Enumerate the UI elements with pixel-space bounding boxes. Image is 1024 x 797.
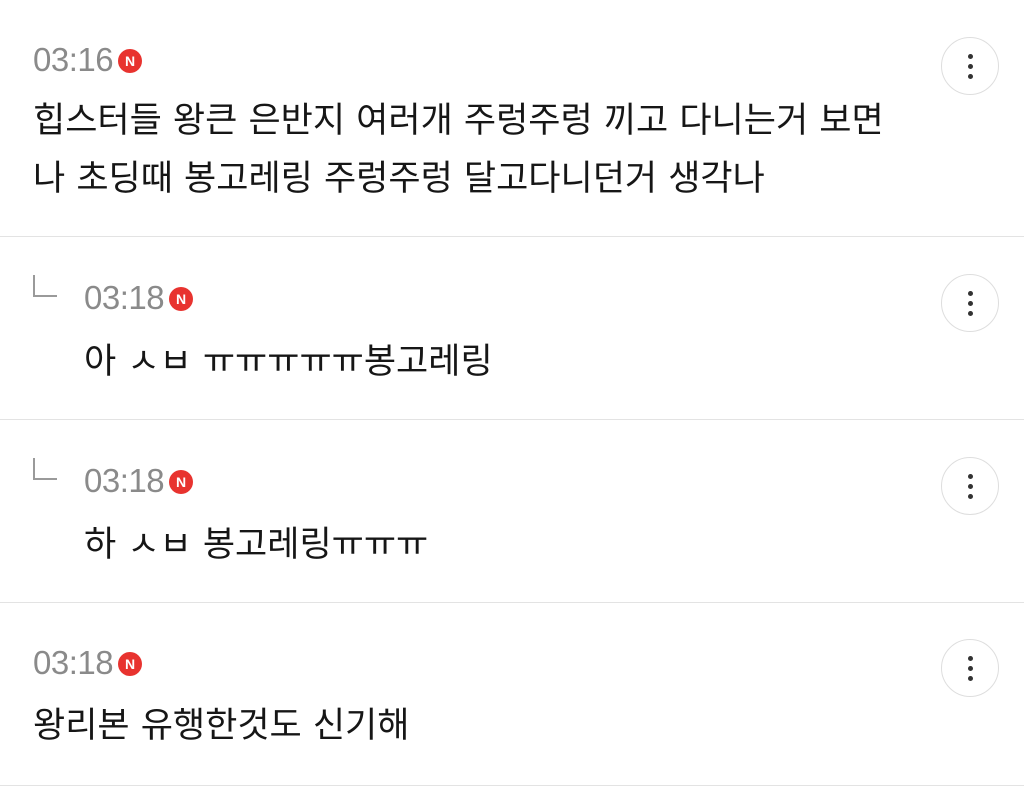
new-badge: N bbox=[169, 286, 194, 311]
reply-arrow-icon bbox=[33, 275, 57, 297]
divider bbox=[0, 785, 1024, 786]
vertical-ellipsis-icon bbox=[967, 473, 973, 479]
new-badge: N bbox=[118, 651, 143, 676]
comment-meta: 03:18 N bbox=[84, 278, 194, 318]
more-options-button[interactable] bbox=[941, 274, 999, 332]
reply-item: 03:18 N 아 ㅅㅂ ㅠㅠㅠㅠㅠ봉고레링 bbox=[0, 237, 1024, 419]
comment-meta: 03:16 N bbox=[33, 40, 143, 80]
comment-time: 03:18 bbox=[84, 462, 165, 499]
comment-text-line: 나 초딩때 봉고레링 주렁주렁 달고다니던거 생각나 bbox=[33, 159, 765, 199]
comment-item: 03:16 N 힙스터들 왕큰 은반지 여러개 주렁주렁 끼고 다니는거 보면 … bbox=[0, 0, 1024, 236]
comment-text-line: 힙스터들 왕큰 은반지 여러개 주렁주렁 끼고 다니는거 보면 bbox=[33, 101, 884, 141]
vertical-ellipsis-icon bbox=[967, 290, 973, 296]
comment-text-line: 왕리본 유행한것도 신기해 bbox=[33, 706, 410, 746]
comment-text-line: 하 ㅅㅂ 봉고레링ㅠㅠㅠ bbox=[84, 525, 429, 565]
reply-item: 03:18 N 하 ㅅㅂ 봉고레링ㅠㅠㅠ bbox=[0, 420, 1024, 602]
more-options-button[interactable] bbox=[941, 457, 999, 515]
reply-arrow-icon bbox=[33, 458, 57, 480]
comment-meta: 03:18 N bbox=[33, 643, 143, 683]
comment-text: 아 ㅅㅂ ㅠㅠㅠㅠㅠ봉고레링 bbox=[84, 333, 493, 391]
comment-time: 03:16 bbox=[33, 41, 114, 78]
new-badge: N bbox=[118, 48, 143, 73]
comment-list: 03:16 N 힙스터들 왕큰 은반지 여러개 주렁주렁 끼고 다니는거 보면 … bbox=[0, 0, 1024, 797]
comment-meta: 03:18 N bbox=[84, 461, 194, 501]
comment-text: 힙스터들 왕큰 은반지 여러개 주렁주렁 끼고 다니는거 보면 나 초딩때 봉고… bbox=[33, 92, 884, 208]
new-badge: N bbox=[169, 469, 194, 494]
comment-text: 하 ㅅㅂ 봉고레링ㅠㅠㅠ bbox=[84, 516, 428, 574]
vertical-ellipsis-icon bbox=[967, 53, 973, 59]
more-options-button[interactable] bbox=[941, 37, 999, 95]
comment-time: 03:18 bbox=[84, 279, 165, 316]
more-options-button[interactable] bbox=[941, 639, 999, 697]
comment-time: 03:18 bbox=[33, 644, 114, 681]
comment-text: 왕리본 유행한것도 신기해 bbox=[33, 697, 409, 755]
vertical-ellipsis-icon bbox=[967, 655, 973, 661]
comment-text-line: 아 ㅅㅂ ㅠㅠㅠㅠㅠ봉고레링 bbox=[84, 342, 493, 382]
comment-item: 03:18 N 왕리본 유행한것도 신기해 bbox=[0, 603, 1024, 785]
